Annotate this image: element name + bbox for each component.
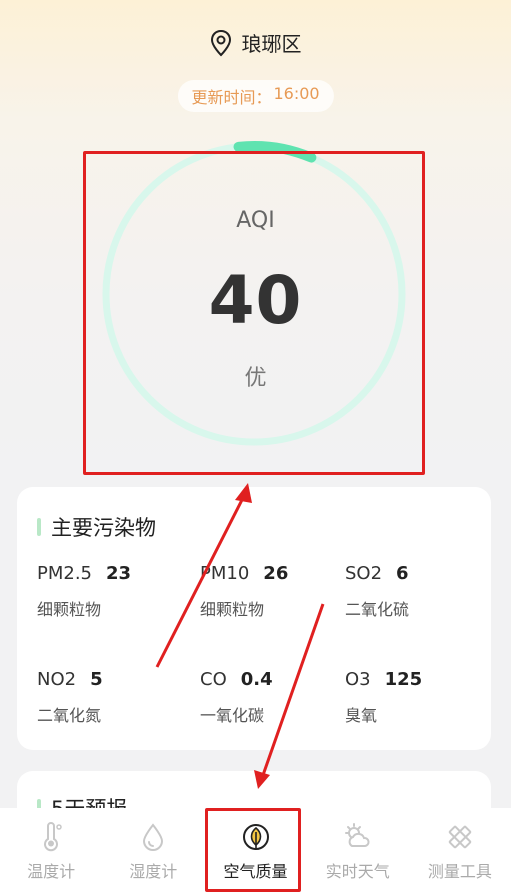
pollutant-co: CO 0.4 一氧化碳 [200, 669, 350, 726]
pollutant-value: 5 [90, 669, 103, 690]
location-pin-icon [210, 29, 231, 56]
pollutant-name: CO [200, 669, 227, 690]
update-time-badge: 更新时间： 16:00 [177, 80, 334, 112]
nav-item-hygrometer[interactable]: 湿度计 [102, 808, 204, 894]
pollutant-so2: SO2 6 二氧化硫 [345, 563, 495, 620]
pollutant-value: 6 [396, 563, 409, 584]
highlight-box-nav [205, 808, 301, 892]
pollutant-desc: 细颗粒物 [200, 600, 265, 619]
pollutants-title-text: 主要污染物 [51, 516, 156, 540]
nav-label: 测量工具 [427, 862, 492, 881]
nav-label: 温度计 [27, 862, 76, 881]
pollutant-pm25: PM2.5 23 细颗粒物 [37, 563, 187, 620]
nav-label: 实时天气 [325, 862, 390, 881]
pollutant-no2: NO2 5 二氧化氮 [37, 669, 187, 726]
pollutant-desc: 二氧化硫 [345, 600, 410, 619]
pollutant-desc: 二氧化氮 [37, 706, 102, 725]
pollutant-value: 23 [106, 563, 132, 584]
thermometer-icon [44, 822, 62, 852]
pollutant-desc: 一氧化碳 [200, 706, 265, 725]
pollutant-desc: 细颗粒物 [37, 600, 102, 619]
nav-item-weather[interactable]: 实时天气 [307, 808, 409, 894]
pollutant-name: PM10 [200, 563, 250, 584]
pollutant-name: NO2 [37, 669, 77, 690]
pollutants-card: 主要污染物 PM2.5 23 细颗粒物 PM10 26 细颗粒物 SO2 6 二… [17, 487, 491, 750]
nav-item-measure-tools[interactable]: 测量工具 [409, 808, 511, 894]
location-header[interactable]: 琅琊区 [0, 28, 511, 57]
pollutant-name: SO2 [345, 563, 383, 584]
pollutant-pm10: PM10 26 细颗粒物 [200, 563, 350, 620]
pollutant-value: 125 [384, 669, 423, 690]
water-drop-icon [143, 823, 164, 851]
sun-cloud-icon [344, 823, 370, 847]
pollutant-o3: O3 125 臭氧 [345, 669, 495, 726]
pollutant-value: 0.4 [240, 669, 273, 690]
pollutant-value: 26 [263, 563, 289, 584]
update-time-value: 16:00 [273, 84, 320, 103]
nav-item-thermometer[interactable]: 温度计 [0, 808, 102, 894]
pollutant-name: O3 [345, 669, 371, 690]
pollutant-desc: 臭氧 [345, 706, 378, 725]
nav-label: 湿度计 [129, 862, 178, 881]
highlight-box-gauge [83, 151, 425, 475]
pollutant-name: PM2.5 [37, 563, 93, 584]
title-accent-bar [37, 518, 41, 536]
ruler-pencil-icon [448, 825, 472, 849]
update-time-label: 更新时间： [191, 88, 272, 107]
location-name: 琅琊区 [241, 32, 302, 56]
pollutants-title: 主要污染物 [37, 512, 156, 542]
